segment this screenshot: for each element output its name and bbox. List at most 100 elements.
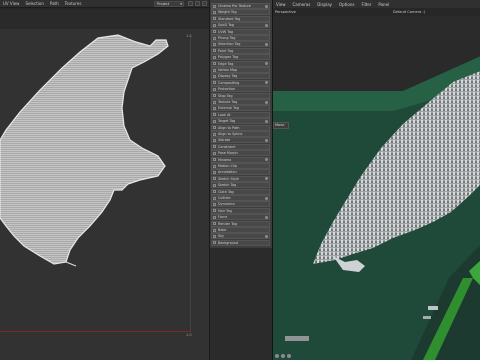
viewport-menu-filter[interactable]: Filter (361, 2, 371, 7)
tag-list-item[interactable]: Stop Tag (211, 92, 270, 99)
viewport-menu-panel[interactable]: Panel (378, 2, 389, 7)
viewport-menubar: View Cameras Display Options Filter Pane… (273, 0, 480, 8)
tag-toggle-icon[interactable] (265, 196, 268, 200)
axis-y-icon (281, 354, 285, 358)
tag-label: Vibrate (218, 138, 231, 143)
tag-list-item[interactable]: Edge Tag (211, 60, 270, 67)
tag-label: Standard Tag (218, 16, 241, 21)
viewport-scene[interactable] (273, 16, 480, 360)
tag-icon (213, 164, 216, 168)
tag-icon (213, 222, 216, 226)
tag-list-item[interactable]: Motion Clip (211, 163, 270, 169)
tag-list-item[interactable]: Weight Tag (211, 9, 270, 16)
tag-toggle-icon[interactable] (265, 158, 268, 162)
tag-list-item[interactable]: Constraint (211, 143, 270, 150)
viewport-menu-display[interactable]: Display (317, 2, 332, 7)
tag-icon (213, 177, 216, 181)
tag-icon (213, 17, 216, 21)
tag-label: Cinema Pro Texture (218, 4, 251, 8)
tag-list-item[interactable]: Selection Tag (211, 41, 270, 48)
tag-list-item[interactable]: SubD Tag (211, 22, 270, 29)
tag-toggle-icon[interactable] (265, 81, 268, 85)
viewport-camera-label[interactable]: Default Camera :) (393, 10, 425, 14)
tag-toggle-icon[interactable] (265, 138, 268, 142)
viewport-menu-options[interactable]: Options (339, 2, 354, 7)
tag-icon (213, 36, 216, 40)
viewport-projection-label: Perspective (275, 10, 296, 14)
tag-toggle-icon[interactable] (265, 215, 268, 219)
tag-list-item[interactable]: Sketch Tag (211, 182, 270, 189)
tag-list-item[interactable]: External Tag (211, 105, 270, 112)
tag-label: Collider (218, 196, 231, 200)
tag-icon (213, 100, 216, 104)
tag-list-item[interactable]: Pose Morph (211, 150, 270, 157)
viewport-menu-cameras[interactable]: Cameras (293, 2, 311, 7)
tag-icon (213, 228, 216, 232)
tag-toggle-icon[interactable] (265, 4, 268, 8)
tag-icon (213, 119, 216, 123)
tag-toggle-icon[interactable] (265, 23, 268, 27)
tag-toggle-icon[interactable] (265, 100, 268, 104)
axis-x-icon (275, 354, 279, 358)
tag-list-item[interactable]: Standard Tag (211, 15, 270, 22)
tag-icon (213, 10, 216, 14)
tag-list-item[interactable]: Phong Tag (211, 35, 270, 41)
tag-label: Look At (218, 112, 231, 117)
tag-toggle-icon[interactable] (265, 62, 268, 66)
tag-label: SubD Tag (218, 23, 234, 28)
tag-list-item[interactable]: Protection (211, 86, 270, 93)
tag-list-item[interactable]: Cloth Tag (211, 188, 270, 195)
tag-icon (213, 94, 216, 98)
tag-label: Mixamo (218, 157, 232, 162)
tag-list-item[interactable]: Bake (211, 227, 270, 233)
tag-list-item[interactable]: Look At (211, 111, 270, 118)
tag-list-item[interactable]: Vibrate (211, 137, 270, 144)
tag-label: Align to Path (218, 125, 240, 130)
tag-list-item[interactable]: Collider (211, 195, 270, 201)
tag-icon (213, 209, 216, 213)
tag-label: Polygon Tag (218, 55, 239, 60)
tag-list-item[interactable]: Compositing (211, 79, 270, 86)
tag-label: Display Tag (218, 74, 238, 79)
tag-icon (213, 145, 216, 149)
tag-icon (213, 151, 216, 155)
tag-icon (213, 87, 216, 91)
tag-toggle-icon[interactable] (265, 177, 268, 181)
tag-label: Background (218, 240, 239, 245)
tag-list-item[interactable]: Force (211, 214, 270, 221)
axis-z-icon (287, 354, 291, 358)
tag-list-item[interactable]: UVW Tag (211, 28, 270, 35)
tag-list-item[interactable]: Cinema Pro Texture (211, 3, 270, 9)
tag-list-item[interactable]: Align to Spline (211, 131, 270, 137)
tag-label: Phong Tag (218, 36, 236, 40)
viewport-menu-view[interactable]: View (276, 2, 286, 7)
tag-list-item[interactable]: Dynamics (211, 201, 270, 208)
tag-label: UVW Tag (218, 29, 233, 34)
tag-list-item[interactable]: Hair Tag (211, 207, 270, 214)
tag-list-item[interactable]: Texture Tag (211, 99, 270, 105)
viewport-move-chip[interactable]: Move (273, 122, 289, 129)
tag-label: Weight Tag (218, 10, 237, 15)
tag-icon (213, 23, 216, 27)
tag-list-item[interactable]: Render Tag (211, 220, 270, 227)
tag-list-item[interactable]: Annotation (211, 169, 270, 176)
tag-list-item[interactable]: Background (211, 239, 270, 246)
tag-toggle-icon[interactable] (265, 234, 268, 238)
tag-list-item[interactable]: Mixamo (211, 156, 270, 163)
tag-toggle-icon[interactable] (265, 42, 268, 46)
tag-list-item[interactable]: Display Tag (211, 73, 270, 80)
uv-island-manhattan[interactable] (0, 0, 209, 360)
tag-list-item[interactable]: Vertex Map (211, 67, 270, 73)
tag-list-item[interactable]: Target Tag (211, 118, 270, 125)
tag-list-item[interactable]: Sketch Style (211, 175, 270, 182)
tag-label: Hair Tag (218, 208, 232, 213)
tag-toggle-icon[interactable] (265, 119, 268, 123)
tag-list-item[interactable]: Sky (211, 233, 270, 240)
tag-list-item[interactable]: Point Tag (211, 47, 270, 54)
tag-label: Target Tag (218, 119, 236, 124)
tag-list-item[interactable]: Polygon Tag (211, 54, 270, 61)
tag-icon (213, 241, 216, 245)
tag-list-item[interactable]: Align to Path (211, 124, 270, 131)
tag-icon (213, 113, 216, 117)
tag-label: Align to Spline (218, 132, 243, 136)
